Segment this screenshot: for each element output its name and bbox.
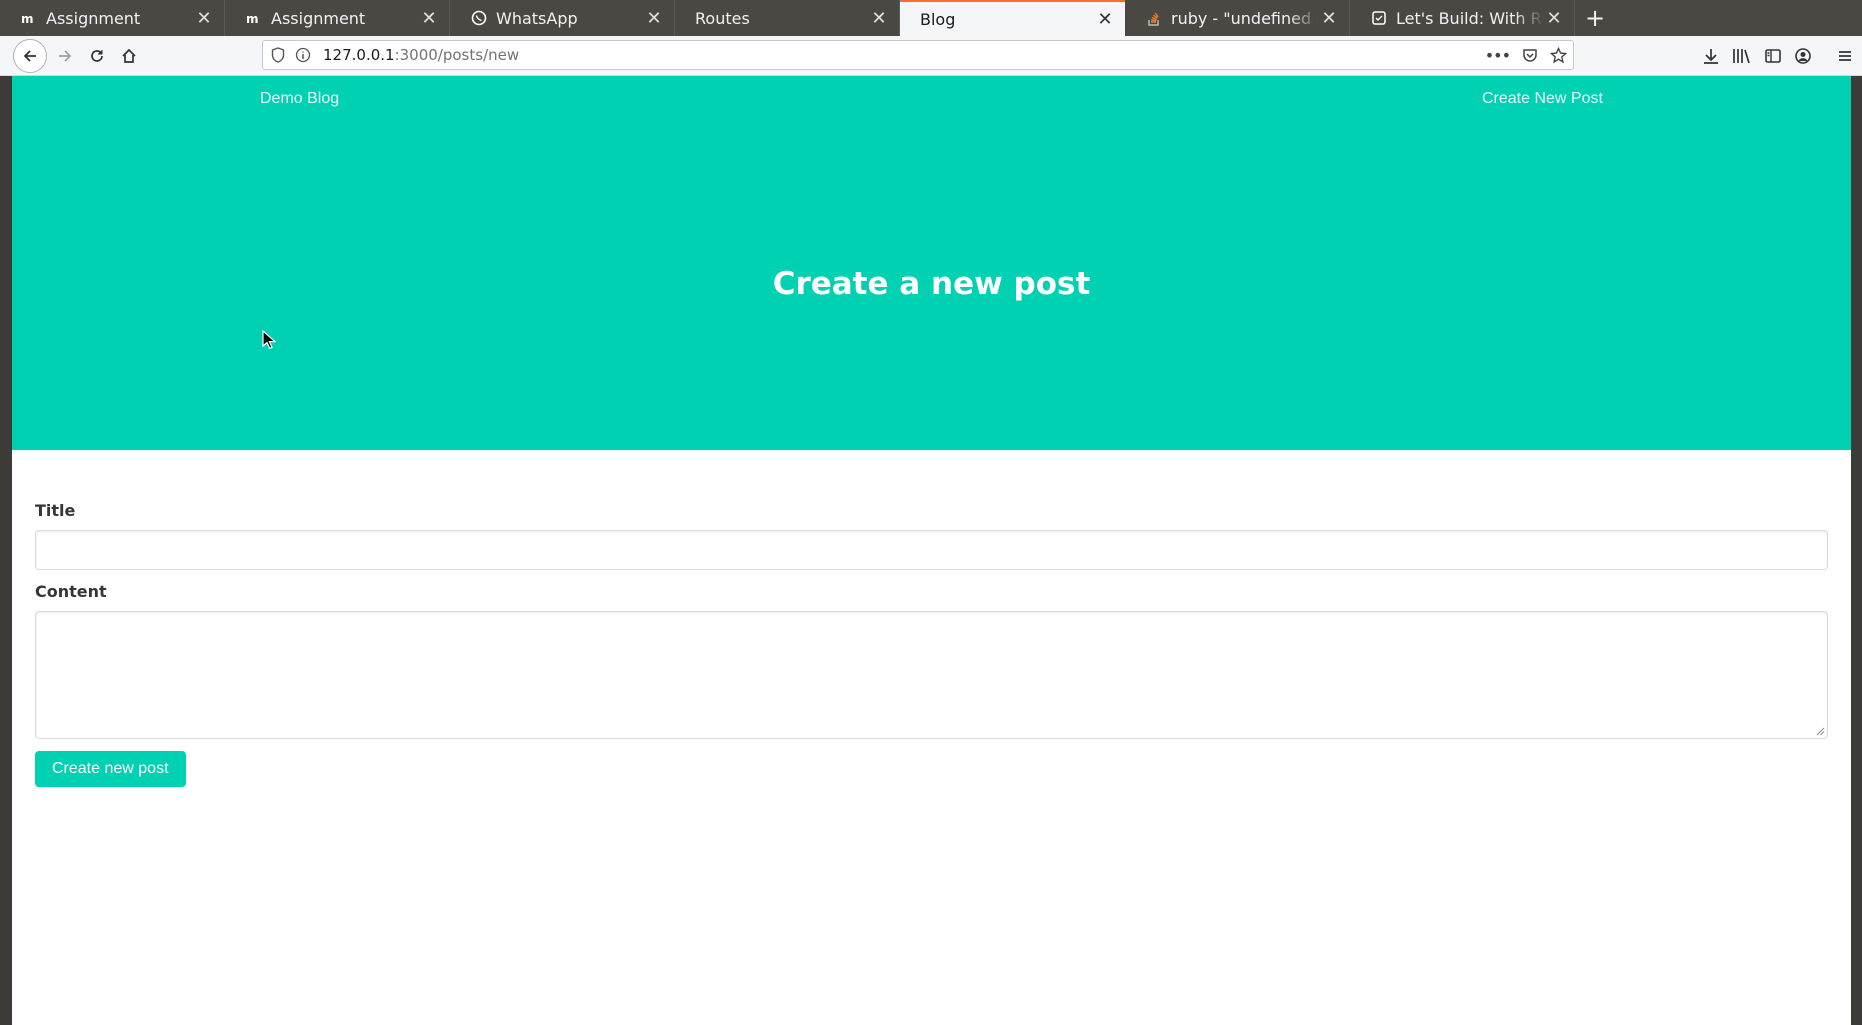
tab-blog[interactable]: Blog ✕ bbox=[900, 0, 1125, 36]
content-textarea[interactable] bbox=[35, 611, 1828, 739]
account-icon[interactable] bbox=[1794, 47, 1812, 65]
tab-title: Routes bbox=[695, 8, 750, 28]
menu-icon[interactable] bbox=[1836, 47, 1854, 65]
hero-banner: Demo Blog Create New Post Create a new p… bbox=[12, 76, 1851, 450]
tab-title: ruby - "undefined method bbox=[1171, 8, 1319, 28]
content-label: Content bbox=[35, 582, 107, 601]
create-new-post-button[interactable]: Create new post bbox=[35, 751, 186, 787]
svg-text:m: m bbox=[21, 12, 34, 24]
tab-whatsapp[interactable]: WhatsApp ✕ bbox=[450, 0, 675, 36]
page-icon bbox=[1370, 9, 1388, 27]
reload-button[interactable] bbox=[81, 40, 113, 72]
home-icon bbox=[122, 48, 136, 63]
sidebar-icon[interactable] bbox=[1764, 47, 1782, 65]
new-tab-button[interactable]: + bbox=[1575, 0, 1615, 36]
bookmark-star-icon[interactable] bbox=[1550, 46, 1567, 64]
back-arrow-icon bbox=[23, 49, 36, 62]
url-path: :3000/posts/new bbox=[394, 46, 520, 64]
mouse-cursor-icon bbox=[262, 330, 276, 350]
close-icon[interactable]: ✕ bbox=[194, 8, 214, 29]
library-icon[interactable] bbox=[1732, 47, 1752, 65]
tab-assignment-2[interactable]: m Assignment ✕ bbox=[225, 0, 450, 36]
resize-handle-icon[interactable] bbox=[1815, 726, 1825, 736]
create-new-post-link[interactable]: Create New Post bbox=[1482, 90, 1603, 108]
pocket-icon[interactable] bbox=[1522, 47, 1538, 63]
svg-text:m: m bbox=[246, 12, 259, 24]
close-icon[interactable]: ✕ bbox=[869, 8, 889, 29]
info-icon[interactable] bbox=[295, 47, 311, 63]
forward-arrow-icon bbox=[59, 49, 72, 62]
whatsapp-icon bbox=[470, 9, 488, 27]
close-icon[interactable]: ✕ bbox=[419, 8, 439, 29]
page-title: Create a new post bbox=[772, 266, 1091, 302]
title-label: Title bbox=[35, 501, 76, 520]
home-button[interactable] bbox=[113, 40, 145, 72]
tab-title: Assignment bbox=[46, 8, 141, 28]
close-icon[interactable]: ✕ bbox=[1095, 9, 1115, 30]
page-viewport: Demo Blog Create New Post Create a new p… bbox=[12, 76, 1851, 1025]
url-host: 127.0.0.1 bbox=[323, 46, 395, 64]
forward-button[interactable] bbox=[49, 40, 81, 72]
back-button[interactable] bbox=[13, 38, 47, 73]
tab-routes[interactable]: Routes ✕ bbox=[675, 0, 900, 36]
downloads-icon[interactable] bbox=[1702, 47, 1720, 65]
new-post-form: Title Content Create new post bbox=[35, 501, 1828, 787]
tab-strip: m Assignment ✕ m Assignment ✕ WhatsApp ✕… bbox=[0, 0, 1862, 36]
site-brand-link[interactable]: Demo Blog bbox=[260, 90, 339, 108]
tab-lets-build[interactable]: Let's Build: With Ruby on ✕ bbox=[1350, 0, 1575, 36]
window-edge bbox=[1851, 76, 1862, 1025]
title-input[interactable] bbox=[35, 530, 1828, 570]
tab-title: Blog bbox=[920, 9, 956, 29]
moodle-icon: m bbox=[245, 9, 263, 27]
tab-title: Let's Build: With Ruby on bbox=[1396, 8, 1544, 28]
navigation-toolbar: 127.0.0.1:3000/posts/new ••• bbox=[0, 36, 1862, 76]
close-icon[interactable]: ✕ bbox=[1544, 8, 1564, 29]
tab-assignment-1[interactable]: m Assignment ✕ bbox=[0, 0, 225, 36]
page-actions-icon[interactable]: ••• bbox=[1485, 46, 1511, 65]
shield-icon[interactable] bbox=[271, 47, 285, 63]
moodle-icon: m bbox=[20, 9, 38, 27]
close-icon[interactable]: ✕ bbox=[644, 8, 664, 29]
close-icon[interactable]: ✕ bbox=[1319, 8, 1339, 29]
tab-title: Assignment bbox=[271, 8, 366, 28]
tab-title: WhatsApp bbox=[496, 8, 578, 28]
tab-ruby-stackoverflow[interactable]: ruby - "undefined method ✕ bbox=[1125, 0, 1350, 36]
reload-icon bbox=[91, 49, 103, 62]
url-text: 127.0.0.1:3000/posts/new bbox=[323, 46, 519, 64]
address-bar[interactable]: 127.0.0.1:3000/posts/new ••• bbox=[262, 40, 1574, 70]
stackoverflow-icon bbox=[1145, 9, 1163, 27]
